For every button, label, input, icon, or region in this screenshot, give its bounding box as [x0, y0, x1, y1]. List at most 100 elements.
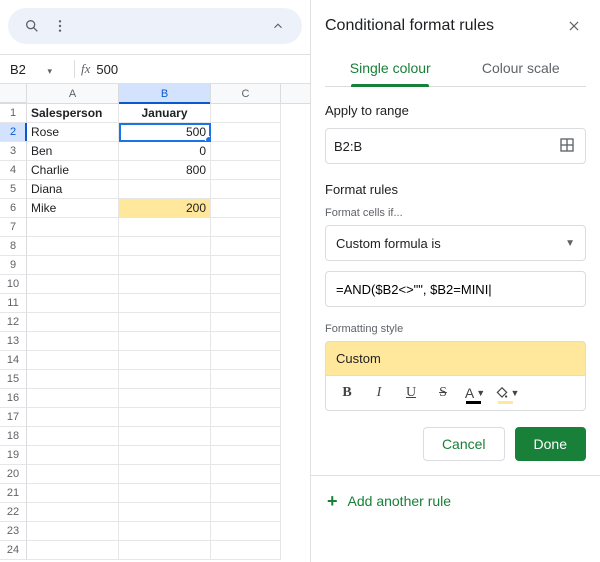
cell[interactable]: 0: [119, 142, 211, 161]
cell[interactable]: [119, 484, 211, 503]
cell[interactable]: [27, 351, 119, 370]
custom-formula-input[interactable]: [325, 271, 586, 307]
add-another-rule-button[interactable]: + Add another rule: [325, 476, 586, 526]
row-header[interactable]: 18: [0, 427, 27, 446]
cell[interactable]: [119, 332, 211, 351]
cell[interactable]: [211, 522, 281, 541]
range-input[interactable]: B2:B: [325, 128, 586, 164]
bold-button[interactable]: B: [332, 379, 362, 407]
chevron-up-icon[interactable]: [264, 12, 292, 40]
search-icon[interactable]: [18, 12, 46, 40]
cell[interactable]: [119, 541, 211, 560]
cell[interactable]: [27, 218, 119, 237]
cell[interactable]: [211, 123, 281, 142]
row-header[interactable]: 5: [0, 180, 27, 199]
cell[interactable]: Mike: [27, 199, 119, 218]
col-header-b[interactable]: B: [119, 84, 211, 103]
name-box[interactable]: B2 ▾: [0, 62, 70, 77]
underline-button[interactable]: U: [396, 379, 426, 407]
cell[interactable]: [211, 370, 281, 389]
condition-select[interactable]: Custom formula is ▼: [325, 225, 586, 261]
fill-color-button[interactable]: ▼: [492, 379, 522, 407]
cell[interactable]: [27, 294, 119, 313]
cell[interactable]: [211, 503, 281, 522]
cell[interactable]: [119, 275, 211, 294]
row-header[interactable]: 2: [0, 123, 27, 142]
row-header[interactable]: 13: [0, 332, 27, 351]
cell[interactable]: [119, 408, 211, 427]
row-header[interactable]: 10: [0, 275, 27, 294]
cell[interactable]: [211, 161, 281, 180]
cell[interactable]: [119, 446, 211, 465]
row-header[interactable]: 8: [0, 237, 27, 256]
more-vert-icon[interactable]: [46, 12, 74, 40]
cell[interactable]: 800: [119, 161, 211, 180]
cell[interactable]: [27, 237, 119, 256]
row-header[interactable]: 9: [0, 256, 27, 275]
cell[interactable]: Rose: [27, 123, 119, 142]
cell[interactable]: January: [119, 104, 211, 123]
row-header[interactable]: 11: [0, 294, 27, 313]
cell[interactable]: [119, 237, 211, 256]
cell[interactable]: [27, 541, 119, 560]
cell[interactable]: [27, 503, 119, 522]
cell[interactable]: [119, 294, 211, 313]
strikethrough-button[interactable]: S: [428, 379, 458, 407]
cell[interactable]: [27, 465, 119, 484]
row-header[interactable]: 15: [0, 370, 27, 389]
row-header[interactable]: 14: [0, 351, 27, 370]
cell[interactable]: [119, 522, 211, 541]
col-header-c[interactable]: C: [211, 84, 281, 103]
cell[interactable]: [211, 484, 281, 503]
row-header[interactable]: 17: [0, 408, 27, 427]
row-header[interactable]: 4: [0, 161, 27, 180]
cell[interactable]: [119, 256, 211, 275]
row-header[interactable]: 24: [0, 541, 27, 560]
cell[interactable]: Charlie: [27, 161, 119, 180]
cell[interactable]: [211, 199, 281, 218]
style-preview[interactable]: Custom: [325, 341, 586, 375]
spreadsheet[interactable]: A B C 1SalespersonJanuary 2Rose500 3Ben0…: [0, 84, 310, 562]
cell[interactable]: [27, 389, 119, 408]
cell[interactable]: [119, 180, 211, 199]
cell[interactable]: [27, 275, 119, 294]
cell[interactable]: [119, 370, 211, 389]
cell[interactable]: [211, 142, 281, 161]
cell[interactable]: Diana: [27, 180, 119, 199]
col-header-a[interactable]: A: [27, 84, 119, 103]
cell[interactable]: [119, 427, 211, 446]
cancel-button[interactable]: Cancel: [423, 427, 505, 461]
cell[interactable]: [211, 446, 281, 465]
cell[interactable]: [211, 237, 281, 256]
cell[interactable]: [211, 351, 281, 370]
cell[interactable]: [211, 294, 281, 313]
row-header[interactable]: 21: [0, 484, 27, 503]
tab-single-colour[interactable]: Single colour: [325, 52, 456, 86]
cell[interactable]: [211, 313, 281, 332]
cell[interactable]: [27, 522, 119, 541]
cell[interactable]: [27, 313, 119, 332]
row-header[interactable]: 1: [0, 104, 27, 123]
formula-bar[interactable]: 500: [96, 62, 310, 77]
cell[interactable]: [119, 351, 211, 370]
cell[interactable]: [119, 313, 211, 332]
cell[interactable]: [211, 104, 281, 123]
italic-button[interactable]: I: [364, 379, 394, 407]
row-header[interactable]: 3: [0, 142, 27, 161]
cell[interactable]: [211, 218, 281, 237]
cell[interactable]: [27, 427, 119, 446]
cell[interactable]: [211, 465, 281, 484]
cell[interactable]: [211, 256, 281, 275]
cell[interactable]: [27, 332, 119, 351]
cell-selected[interactable]: 500: [119, 123, 211, 142]
row-header[interactable]: 16: [0, 389, 27, 408]
done-button[interactable]: Done: [515, 427, 586, 461]
cell[interactable]: [119, 465, 211, 484]
cell[interactable]: [211, 389, 281, 408]
cell[interactable]: [211, 332, 281, 351]
cell[interactable]: Ben: [27, 142, 119, 161]
tab-colour-scale[interactable]: Colour scale: [456, 52, 587, 86]
row-header[interactable]: 12: [0, 313, 27, 332]
cell[interactable]: [211, 408, 281, 427]
cell[interactable]: [27, 484, 119, 503]
